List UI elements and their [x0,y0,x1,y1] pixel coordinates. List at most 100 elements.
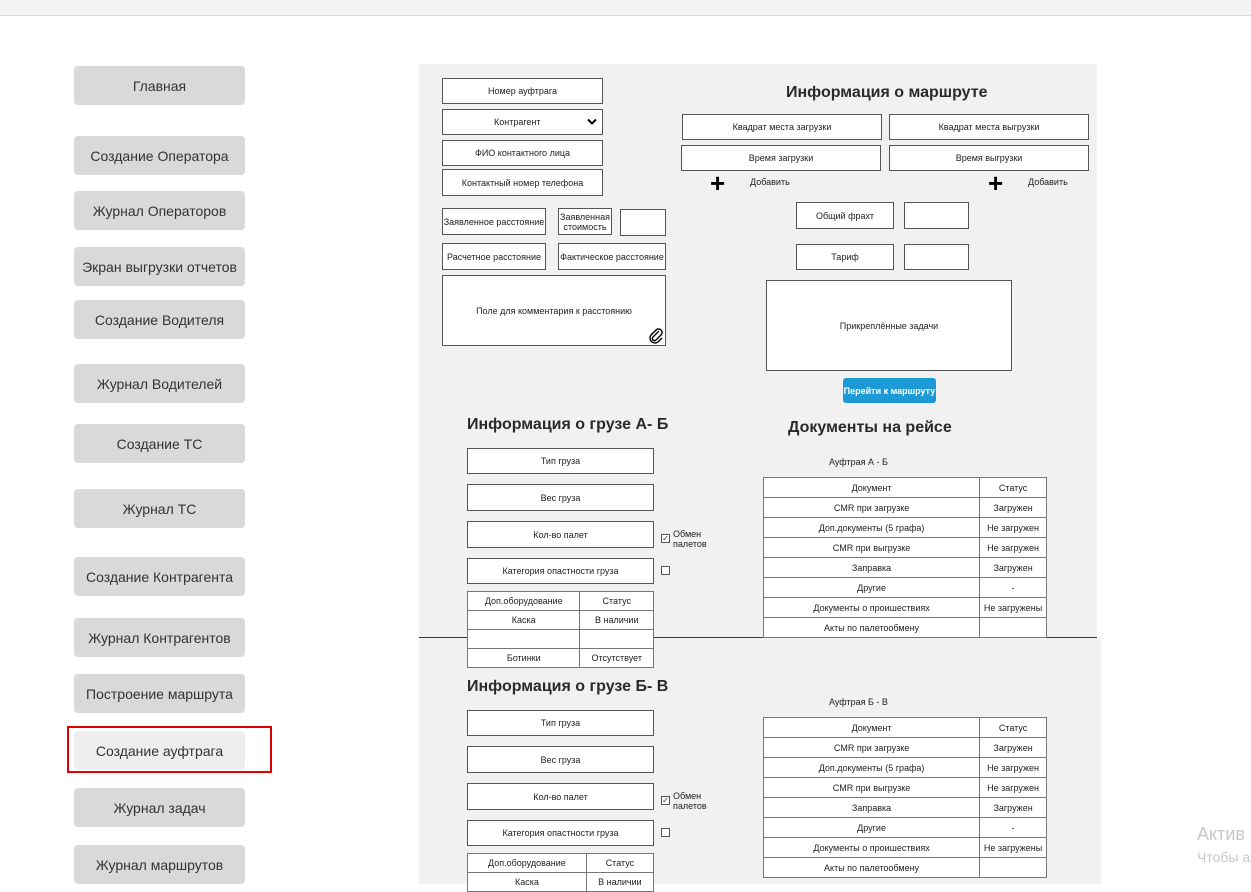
actual-distance-field[interactable]: Фактическое расстояние [558,243,666,270]
declared-cost-label: Заявленная стоимость [558,208,612,235]
table-cell: Акты по палетообмену [762,857,981,878]
cargo-bv-pallets-field[interactable]: Кол-во палет [467,783,654,810]
total-freight-input[interactable] [904,202,969,229]
table-cell: Не загружен [979,757,1047,778]
active-item-highlight [67,726,272,773]
table-cell: CMR при загрузке [762,737,981,758]
declared-distance-field[interactable]: Заявленное расстояние [442,208,546,235]
plus-icon[interactable]: + [710,170,725,196]
cargo-bv-type-field[interactable]: Тип груза [467,710,654,736]
calculated-distance-field[interactable]: Расчетное расстояние [442,243,546,270]
nav-tasks-journal[interactable]: Журнал задач [74,788,245,827]
nav-counterparties-journal[interactable]: Журнал Контрагентов [74,618,245,657]
table-cell: Ботинки [466,648,581,668]
go-to-route-button[interactable]: Перейти к маршруту [843,378,936,403]
plus-icon[interactable]: + [988,170,1003,196]
declared-cost-input[interactable] [620,209,666,236]
table-cell: Загружен [979,797,1047,818]
add-load-time-label[interactable]: Добавить [750,177,790,187]
paperclip-icon[interactable] [649,328,663,344]
pallet-exchange-checkbox[interactable]: ✓ [661,534,670,543]
contact-phone-field[interactable]: Контактный номер телефона [442,169,603,196]
table-cell: CMR при загрузке [762,497,981,518]
tariff-label: Тариф [796,244,894,270]
distance-comment-field[interactable]: Поле для комментария к расстоянию [442,275,666,346]
table-cell: Не загружен [979,537,1047,558]
documents-table-ab: Документ Статус CMR при загрузке Загружен … [762,477,1047,638]
nav-drivers-journal[interactable]: Журнал Водителей [74,364,245,403]
hazard-checkbox[interactable] [661,828,670,837]
table-cell: Заправка [762,797,981,818]
pallet-exchange-label: Обмен палетов [673,791,707,811]
cargo-ab-type-field[interactable]: Тип груза [467,448,654,474]
nav-operators-journal[interactable]: Журнал Операторов [74,191,245,230]
table-cell: - [979,817,1047,838]
table-cell: Загружен [979,737,1047,758]
table-cell [466,629,581,649]
table-cell: Акты по палетообмену [762,617,981,638]
cargo-ab-pallets-field[interactable]: Кол-во палет [467,521,654,548]
counterparty-select-label: Контрагент [494,117,541,127]
nav-build-route[interactable]: Построение маршрута [74,674,245,713]
table-cell: В наличии [579,610,654,630]
documents-table-bv: Документ Статус CMR при загрузке Загружен … [762,717,1047,878]
load-square-field[interactable]: Квадрат места загрузки [682,114,882,140]
table-header: Статус [585,853,655,873]
table-cell: Документы о проишествиях [762,597,981,618]
equipment-table-ab: Доп.оборудование Статус Каска В наличии Бо… [466,591,654,668]
nav-create-driver[interactable]: Создание Водителя [74,300,245,339]
nav-vehicles-journal[interactable]: Журнал ТС [74,489,245,528]
table-cell: Доп.документы (5 графа) [762,757,981,778]
cargo-ab-hazard-field[interactable]: Категория опастности груза [467,558,654,584]
tariff-input[interactable] [904,244,969,270]
pallet-exchange-checkbox[interactable]: ✓ [661,796,670,805]
table-cell: Другие [762,577,981,598]
table-cell: В наличии [585,872,655,892]
auftrag-bv-label: Ауфтрая Б - В [829,697,888,707]
order-number-field[interactable]: Номер ауфтрага [442,78,603,104]
pallet-exchange-label: Обмен палетов [673,529,707,549]
table-header: Статус [579,591,654,611]
cargo-ab-title: Информация о грузе А- Б [467,416,669,433]
total-freight-label: Общий фрахт [796,202,894,229]
hazard-checkbox[interactable] [661,566,670,575]
table-cell [979,617,1047,638]
auftrag-ab-label: Ауфтрая А - Б [829,457,888,467]
table-header: Доп.оборудование [466,591,581,611]
contact-name-field[interactable]: ФИО контактного лица [442,140,603,166]
cargo-ab-weight-field[interactable]: Вес груза [467,484,654,511]
table-cell: Другие [762,817,981,838]
table-header: Документ [762,717,981,738]
table-header: Документ [762,477,981,498]
cargo-bv-weight-field[interactable]: Вес груза [467,746,654,773]
table-cell: Не загружен [979,517,1047,538]
table-cell [579,629,654,649]
counterparty-select[interactable]: Контрагент [442,109,603,135]
table-cell: CMR при выгрузке [762,537,981,558]
nav-home[interactable]: Главная [74,66,245,105]
distance-comment-placeholder: Поле для комментария к расстоянию [476,305,632,316]
table-cell: Каска [466,610,581,630]
table-cell: Отсутствует [579,648,654,668]
activation-watermark-title: Актив [1197,824,1245,844]
route-info-title: Информация о маршруте [786,84,988,101]
nav-routes-journal[interactable]: Журнал маршрутов [74,845,245,884]
nav-create-vehicle[interactable]: Создание ТС [74,424,245,463]
nav-reports-export[interactable]: Экран выгрузки отчетов [74,247,245,286]
table-cell: Заправка [762,557,981,578]
unload-square-field[interactable]: Квадрат места выгрузки [889,114,1089,140]
table-cell: Загружен [979,557,1047,578]
equipment-table-bv: Доп.оборудование Статус Каска В наличии [467,853,655,892]
cargo-bv-hazard-field[interactable]: Категория опастности груза [467,820,654,846]
table-cell: CMR при выгрузке [762,777,981,798]
add-unload-time-label[interactable]: Добавить [1028,177,1068,187]
table-cell [979,857,1047,878]
nav-create-counterparty[interactable]: Создание Контрагента [74,557,245,596]
attached-tasks-area[interactable]: Прикреплённые задачи [766,280,1012,371]
nav-create-operator[interactable]: Создание Оператора [74,136,245,175]
table-header: Доп.оборудование [467,853,587,873]
documents-title: Документы на рейсе [788,419,952,436]
table-cell: Загружен [979,497,1047,518]
table-cell: Документы о проишествиях [762,837,981,858]
table-cell: - [979,577,1047,598]
